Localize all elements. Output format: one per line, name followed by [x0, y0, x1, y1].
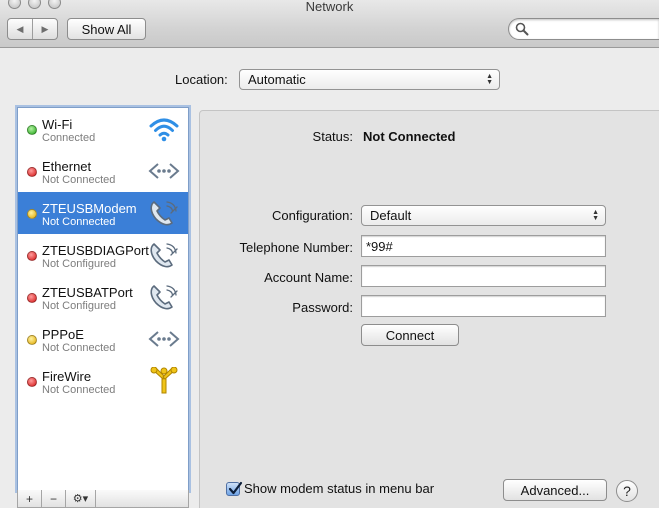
service-item[interactable]: PPPoE Not Connected [18, 318, 188, 360]
status-dot-icon [27, 125, 37, 135]
service-name: FireWire [42, 369, 92, 384]
location-popup[interactable]: Automatic ▲ ▼ [239, 69, 500, 90]
wifi-icon [148, 115, 180, 143]
status-dot-icon [27, 251, 37, 261]
show-modem-status-label[interactable]: Show modem status in menu bar [244, 481, 434, 496]
service-status: Not Connected [42, 216, 116, 228]
back-forward-control: ◀ ▶ [7, 18, 58, 40]
status-dot-icon [27, 167, 37, 177]
status-dot-icon [27, 209, 37, 219]
checkmark-icon [228, 481, 243, 494]
service-item[interactable]: Wi-Fi Connected [18, 108, 188, 150]
popup-arrows-icon: ▲ ▼ [486, 72, 493, 86]
connect-button[interactable]: Connect [361, 324, 459, 346]
account-name-field[interactable] [361, 265, 606, 287]
service-name: Wi-Fi [42, 117, 73, 132]
remove-service-button[interactable]: − [42, 490, 66, 507]
service-status: Not Connected [42, 174, 116, 186]
service-item[interactable]: Ethernet Not Connected [18, 150, 188, 192]
service-status: Not Connected [42, 384, 116, 396]
service-item[interactable]: ZTEUSBATPort Not Configured [18, 276, 188, 318]
service-status: Connected [42, 132, 96, 144]
status-dot-icon [27, 377, 37, 387]
service-name: ZTEUSBATPort [42, 285, 133, 300]
phone-modem-icon [148, 241, 180, 269]
plus-icon: + [25, 491, 33, 506]
configuration-label: Configuration: [272, 208, 353, 223]
location-value: Automatic [248, 72, 306, 87]
phone-modem-icon [148, 283, 180, 311]
ethernet-icon [148, 325, 180, 353]
configuration-value: Default [370, 208, 412, 223]
password-field[interactable] [361, 295, 606, 317]
forward-button[interactable]: ▶ [33, 19, 57, 39]
password-label: Password: [292, 300, 353, 315]
service-item[interactable]: ZTEUSBModem Not Connected [18, 192, 188, 234]
firewire-icon [148, 366, 180, 395]
service-list: Wi-Fi Connected Ethernet Not Connected ZTEUS… [17, 107, 189, 491]
service-status: Not Connected [42, 342, 116, 354]
add-service-button[interactable]: + [18, 490, 42, 507]
forward-icon: ▶ [41, 23, 49, 34]
service-name: ZTEUSBDIAGPort [42, 243, 149, 258]
popup-arrows-icon: ▲ ▼ [592, 208, 599, 222]
telephone-number-label: Telephone Number: [239, 240, 353, 255]
window-toolbar: Network ◀ ▶ Show All [0, 0, 659, 48]
status-label: Status: [312, 129, 353, 144]
back-icon: ◀ [16, 23, 24, 34]
ethernet-icon [148, 157, 180, 185]
show-modem-status-checkbox[interactable] [226, 481, 243, 496]
service-name: Ethernet [42, 159, 92, 174]
search-icon [515, 22, 529, 36]
service-name: ZTEUSBModem [42, 201, 137, 216]
service-name: PPPoE [42, 327, 84, 342]
account-name-label: Account Name: [264, 270, 353, 285]
configuration-popup[interactable]: Default ▲ ▼ [361, 205, 606, 226]
status-dot-icon [27, 335, 37, 345]
help-button[interactable]: ? [616, 480, 638, 502]
minus-icon: − [49, 491, 57, 506]
gear-icon: ⚙▾ [72, 493, 89, 505]
advanced-button[interactable]: Advanced... [503, 479, 607, 501]
service-status: Not Configured [42, 300, 116, 312]
service-action-menu[interactable]: ⚙▾ [66, 490, 96, 507]
back-button[interactable]: ◀ [8, 19, 33, 39]
service-item[interactable]: ZTEUSBDIAGPort Not Configured [18, 234, 188, 276]
status-dot-icon [27, 293, 37, 303]
telephone-number-field[interactable] [361, 235, 606, 257]
search-field[interactable] [508, 18, 659, 40]
show-all-button[interactable]: Show All [67, 18, 146, 40]
service-list-toolbar: + − ⚙▾ [17, 490, 189, 508]
window-title: Network [305, 0, 354, 14]
show-modem-status-row: Show modem status in menu bar [226, 481, 434, 496]
phone-modem-icon [148, 199, 180, 227]
service-item[interactable]: FireWire Not Connected [18, 360, 188, 402]
location-label: Location: [175, 72, 228, 87]
service-status: Not Configured [42, 258, 116, 270]
status-value: Not Connected [363, 129, 456, 144]
